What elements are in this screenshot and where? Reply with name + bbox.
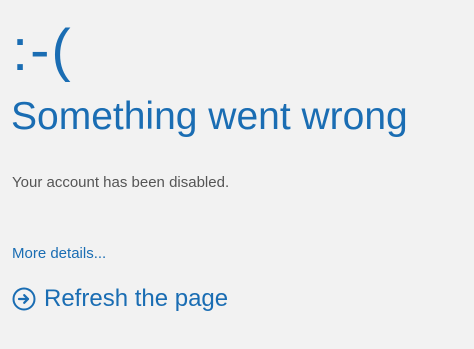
error-page: :-( Something went wrong Your account ha… xyxy=(0,0,474,349)
refresh-page-label: Refresh the page xyxy=(44,285,229,312)
refresh-page-button[interactable]: Refresh the page xyxy=(12,285,228,313)
error-message: Your account has been disabled. xyxy=(12,174,230,191)
more-details-link[interactable]: More details... xyxy=(12,245,106,263)
error-title: Something went wrong xyxy=(11,95,408,138)
sad-face-emoticon: :-( xyxy=(12,18,73,83)
arrow-right-circle-icon xyxy=(12,287,36,311)
